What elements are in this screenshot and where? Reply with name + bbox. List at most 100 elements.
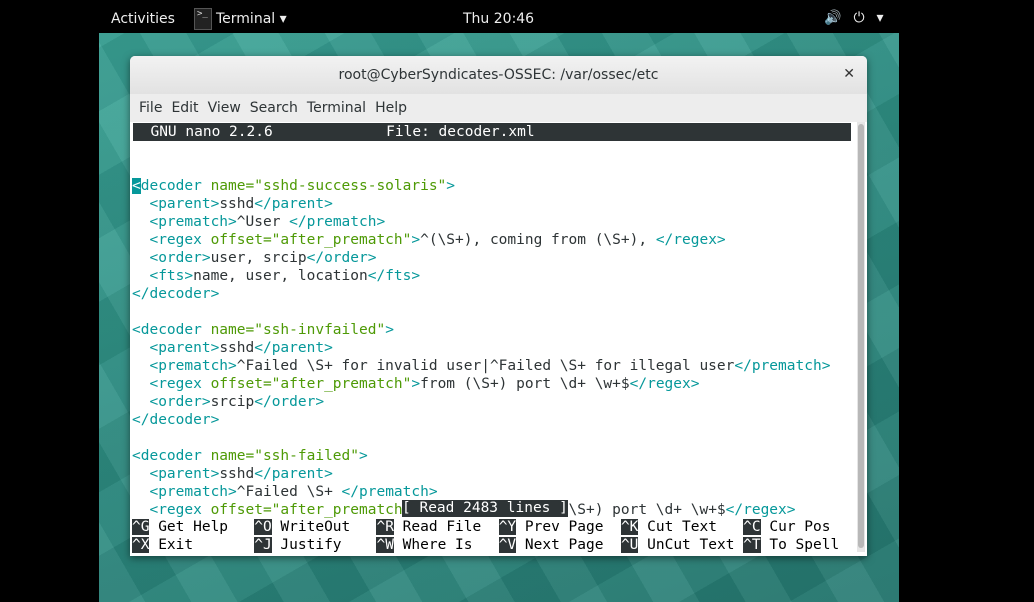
code-line: </decoder>	[132, 411, 830, 429]
shortcut-key: ^T	[743, 537, 761, 553]
code-token: </regex>	[629, 376, 700, 392]
terminal-app-label: Terminal ▾	[216, 11, 287, 27]
shortcut-bar: ^G Get Help ^O WriteOut ^R Read File ^Y …	[132, 518, 839, 554]
code-line: <fts>name, user, location</fts>	[132, 267, 830, 285]
code-token: offset="after_prematch"	[210, 232, 412, 248]
code-token: </parent>	[254, 466, 333, 482]
code-token: </regex>	[655, 232, 726, 248]
window-titlebar[interactable]: root@CyberSyndicates-OSSEC: /var/ossec/e…	[130, 56, 867, 95]
code-token: offset="after_prematch"	[210, 502, 412, 518]
code-token: <prematch>	[149, 358, 237, 374]
code-token: >	[411, 376, 421, 392]
code-line: <parent>sshd</parent>	[132, 465, 830, 483]
code-line: </decoder>	[132, 285, 830, 303]
code-line: <decoder name="ssh-invfailed">	[132, 321, 830, 339]
terminal-app-menu[interactable]: >_ Terminal ▾	[194, 7, 287, 31]
shortcut-label: Cut Text	[638, 519, 735, 535]
power-icon: ⏻	[853, 10, 865, 26]
code-token: >	[358, 448, 368, 464]
code-line: <order>user, srcip</order>	[132, 249, 830, 267]
menu-search[interactable]: Search	[241, 94, 298, 122]
code-line: <decoder name="sshd-success-solaris">	[132, 177, 830, 195]
text-cursor: <	[132, 178, 141, 194]
code-area[interactable]: <decoder name="sshd-success-solaris"> <p…	[132, 159, 830, 519]
code-line: <prematch>^Failed \S+ for invalid user|^…	[132, 357, 830, 375]
shortcut-label: UnCut Text	[638, 537, 735, 553]
menu-view[interactable]: View	[199, 94, 241, 122]
shortcut-key: ^R	[376, 519, 394, 535]
status-message: [ Read 2483 lines ]	[402, 500, 568, 517]
code-line: <parent>sshd</parent>	[132, 339, 830, 357]
code-line: <regex offset="after_prematch">^(\S+), c…	[132, 231, 830, 249]
code-line: <parent>sshd</parent>	[132, 195, 830, 213]
menu-file[interactable]: File	[130, 94, 162, 122]
shortcut-label: Get Help	[149, 519, 246, 535]
shortcut-key: ^J	[254, 537, 272, 553]
code-token: <order>	[149, 250, 211, 266]
code-token: </decoder>	[132, 286, 220, 302]
window-title: root@CyberSyndicates-OSSEC: /var/ossec/e…	[338, 67, 659, 83]
system-menu[interactable]: 🔊 ⏻ ▾	[824, 10, 884, 26]
shortcut-key: ^Y	[498, 519, 517, 535]
code-token: name="sshd-success-solaris"	[210, 178, 447, 194]
code-token: name="ssh-invfailed"	[210, 322, 386, 338]
code-token: <prematch>	[149, 484, 237, 500]
nano-header: GNU nano 2.2.6 File: decoder.xml	[133, 123, 851, 141]
menu-terminal[interactable]: Terminal	[298, 94, 366, 122]
code-token: </prematch>	[734, 358, 831, 374]
code-token: <order>	[149, 394, 211, 410]
code-token: <regex	[149, 232, 211, 248]
code-token: >	[385, 322, 394, 338]
shortcut-label: Next Page	[516, 537, 613, 553]
code-token: <regex	[149, 376, 211, 392]
code-token: ^Failed \S+ for invalid user|^Failed \S+…	[236, 358, 735, 374]
code-token: name="ssh-failed"	[210, 448, 359, 464]
code-line: <prematch>^User </prematch>	[132, 213, 830, 231]
code-token: <parent>	[149, 340, 220, 356]
terminal-app-icon: >_	[194, 8, 212, 30]
shortcut-key: ^U	[620, 537, 639, 553]
activities-button[interactable]: Activities	[111, 11, 175, 27]
shortcut-label: Justify	[271, 537, 368, 553]
code-line: <order>srcip</order>	[132, 393, 830, 411]
code-token: user, srcip	[210, 250, 307, 266]
code-token: <fts>	[149, 268, 194, 284]
scrollbar-thumb[interactable]	[858, 124, 864, 548]
code-token: decoder	[140, 178, 211, 194]
terminal-window: root@CyberSyndicates-OSSEC: /var/ossec/e…	[130, 56, 867, 556]
volume-icon: 🔊	[824, 10, 842, 26]
code-token: sshd	[219, 196, 255, 212]
menu-edit[interactable]: Edit	[162, 94, 198, 122]
code-token: >	[446, 178, 456, 194]
shortcut-label: Prev Page	[516, 519, 613, 535]
code-token: <parent>	[149, 466, 220, 482]
shortcut-label: To Spell	[760, 537, 840, 553]
clock[interactable]: Thu 20:46	[463, 11, 534, 27]
close-icon[interactable]: ✕	[843, 66, 855, 82]
shortcut-key: ^O	[254, 519, 272, 535]
shortcut-key: ^X	[132, 537, 150, 553]
code-token: <prematch>	[149, 214, 237, 230]
shortcut-label: Cur Pos	[760, 519, 831, 535]
shortcut-label: Where Is	[393, 537, 490, 553]
code-line: <decoder name="ssh-failed">	[132, 447, 830, 465]
code-token: name, user, location	[193, 268, 368, 284]
menu-help[interactable]: Help	[366, 94, 407, 122]
code-token: </prematch>	[289, 214, 386, 230]
shortcut-label: WriteOut	[271, 519, 368, 535]
chevron-down-icon: ▾	[876, 10, 884, 26]
code-token: </fts>	[367, 268, 421, 284]
code-token: </order>	[254, 394, 325, 410]
scrollbar[interactable]	[857, 122, 865, 552]
code-token: </prematch>	[341, 484, 438, 500]
code-token: ^(\S+), coming from (\S+),	[420, 232, 656, 248]
code-token: </parent>	[254, 196, 333, 212]
shortcut-key: ^V	[498, 537, 517, 553]
